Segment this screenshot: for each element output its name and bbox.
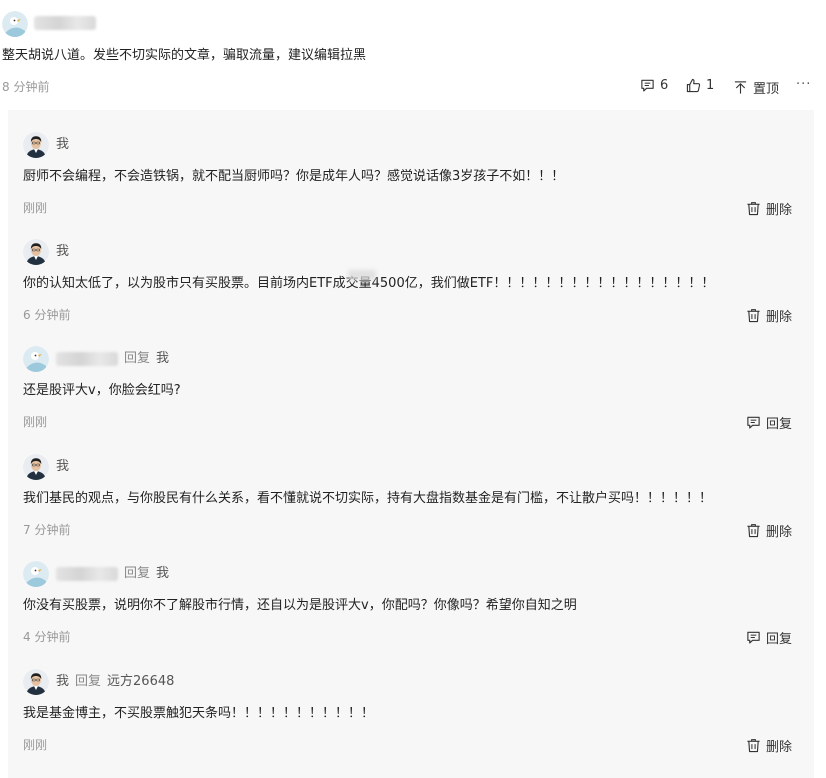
user-portrait-icon [23,454,49,480]
reply-time: 6 分钟前 [23,308,71,322]
bird-avatar-icon [23,561,49,587]
reply-button[interactable]: 回复 [746,628,792,647]
reply-author-line: 我 [56,458,69,476]
reply-time: 刚刚 [23,738,48,752]
reply-text: 还是股评大v，你脸会红吗? [23,383,181,398]
reply-time: 4 分钟前 [23,630,71,644]
reply-icon [747,416,760,429]
reply-time: 刚刚 [23,415,48,429]
reply-author-line: 回复我 [56,350,169,368]
reply-text: 我是基金博主，不买股票触犯天条吗！！！！！！！！！！！ [23,706,375,721]
more-icon: ··· [796,77,812,92]
self-avatar[interactable] [23,239,49,265]
pin-label: 置顶 [753,82,780,97]
reply-time: 7 分钟前 [23,523,71,537]
reply-to-name[interactable]: 远方26648 [107,673,174,691]
delete-button[interactable]: 删除 [746,306,792,325]
thumbs-up-icon [686,78,701,93]
comment-text: 整天胡说八道。发些不切实际的文章，骗取流量，建议编辑拉黑 [2,48,367,63]
reply-item: 我回复 远方26648 我是基金博主，不买股票触犯天条吗！！！！！！！！！！！ 刚刚 删… [8,667,814,775]
author-name[interactable]: 我 [56,136,69,154]
reply-text: 你没有买股票，说明你不了解股市行情，还自以为是股评大v，你配吗？你像吗？希望你自… [23,598,577,613]
trash-icon [747,524,760,538]
reply-to-name[interactable]: 我 [156,565,169,583]
trash-icon [747,202,760,216]
trash-icon [747,739,760,753]
delete-button[interactable]: 删除 [746,521,792,540]
top-comment: 整天胡说八道。发些不切实际的文章，骗取流量，建议编辑拉黑 8 分钟前 6 1 置… [0,0,826,110]
reply-author-line: 我 [56,243,69,261]
reply-author-line: 回复我 [56,565,169,583]
self-avatar[interactable] [23,669,49,695]
reply-item: 我我们基民的观点，与你股民有什么关系，看不懂就说不切实际，持有大盘指数基金是有门… [8,452,814,560]
delete-label: 删除 [766,310,793,325]
bird-avatar-icon [2,11,28,37]
comment-time: 8 分钟前 [2,80,50,94]
self-avatar[interactable] [23,132,49,158]
pin-top-icon [734,81,747,94]
user-portrait-icon [23,669,49,695]
reply-count: 6 [660,78,669,93]
delete-button[interactable]: 删除 [746,199,792,218]
comment-icon [641,79,654,92]
author-name[interactable]: 我 [56,458,69,476]
reply-text: 厨师不会编程，不会造铁锅，就不配当厨师吗？你是成年人吗？感觉说话像3岁孩子不如！… [23,169,565,184]
reply-author-line: 我 [56,136,69,154]
reply-time: 刚刚 [23,201,48,215]
pin-button[interactable]: 置顶 [733,78,779,97]
author-name[interactable]: 我 [56,243,69,261]
reply-label: 回复 [766,417,793,432]
reply-count-button[interactable]: 6 [640,78,668,93]
user-portrait-icon [23,132,49,158]
commenter-avatar[interactable] [2,11,28,37]
reply-author-line: 我回复 远方26648 [56,673,174,691]
reply-item: 回复我你没有买股票，说明你不了解股市行情，还自以为是股评大v，你配吗？你像吗？希… [8,559,814,667]
reply-button[interactable]: 回复 [746,413,792,432]
author-name-blurred [56,352,118,366]
reply-icon [747,631,760,644]
reply-item: 我厨师不会编程，不会造铁锅，就不配当厨师吗？你是成年人吗？感觉说话像3岁孩子不如… [8,130,814,238]
like-count: 1 [706,78,715,93]
user-portrait-icon [23,239,49,265]
reply-label: 回复 [766,632,793,647]
trash-icon [747,309,760,323]
reply-to-label: 回复 [124,351,151,366]
delete-label: 删除 [766,740,793,755]
reply-item: 我你的认知太低了，以为股市只有买股票。目前场内ETF成交量4500亿，我们做ET… [8,237,814,345]
other-avatar[interactable] [23,561,49,587]
more-button[interactable]: ··· [796,77,811,92]
reply-text: 我们基民的观点，与你股民有什么关系，看不懂就说不切实际，持有大盘指数基金是有门槛… [23,491,713,506]
delete-label: 删除 [766,525,793,540]
other-avatar[interactable] [23,346,49,372]
author-name-blurred [56,567,118,581]
self-avatar[interactable] [23,454,49,480]
commenter-name-blurred [34,16,96,30]
reply-to-label: 回复 [124,566,151,581]
reply-to-name[interactable]: 我 [156,350,169,368]
delete-button[interactable]: 删除 [746,736,792,755]
reply-item: 回复我还是股评大v，你脸会红吗? 刚刚 回复 [8,344,814,452]
bird-avatar-icon [23,346,49,372]
reply-to-label: 回复 [75,674,102,689]
delete-label: 删除 [766,203,793,218]
replies-panel: 我厨师不会编程，不会造铁锅，就不配当厨师吗？你是成年人吗？感觉说话像3岁孩子不如… [8,110,814,778]
blur-smudge [348,270,376,280]
like-button[interactable]: 1 [686,78,714,93]
author-name[interactable]: 我 [56,673,69,691]
